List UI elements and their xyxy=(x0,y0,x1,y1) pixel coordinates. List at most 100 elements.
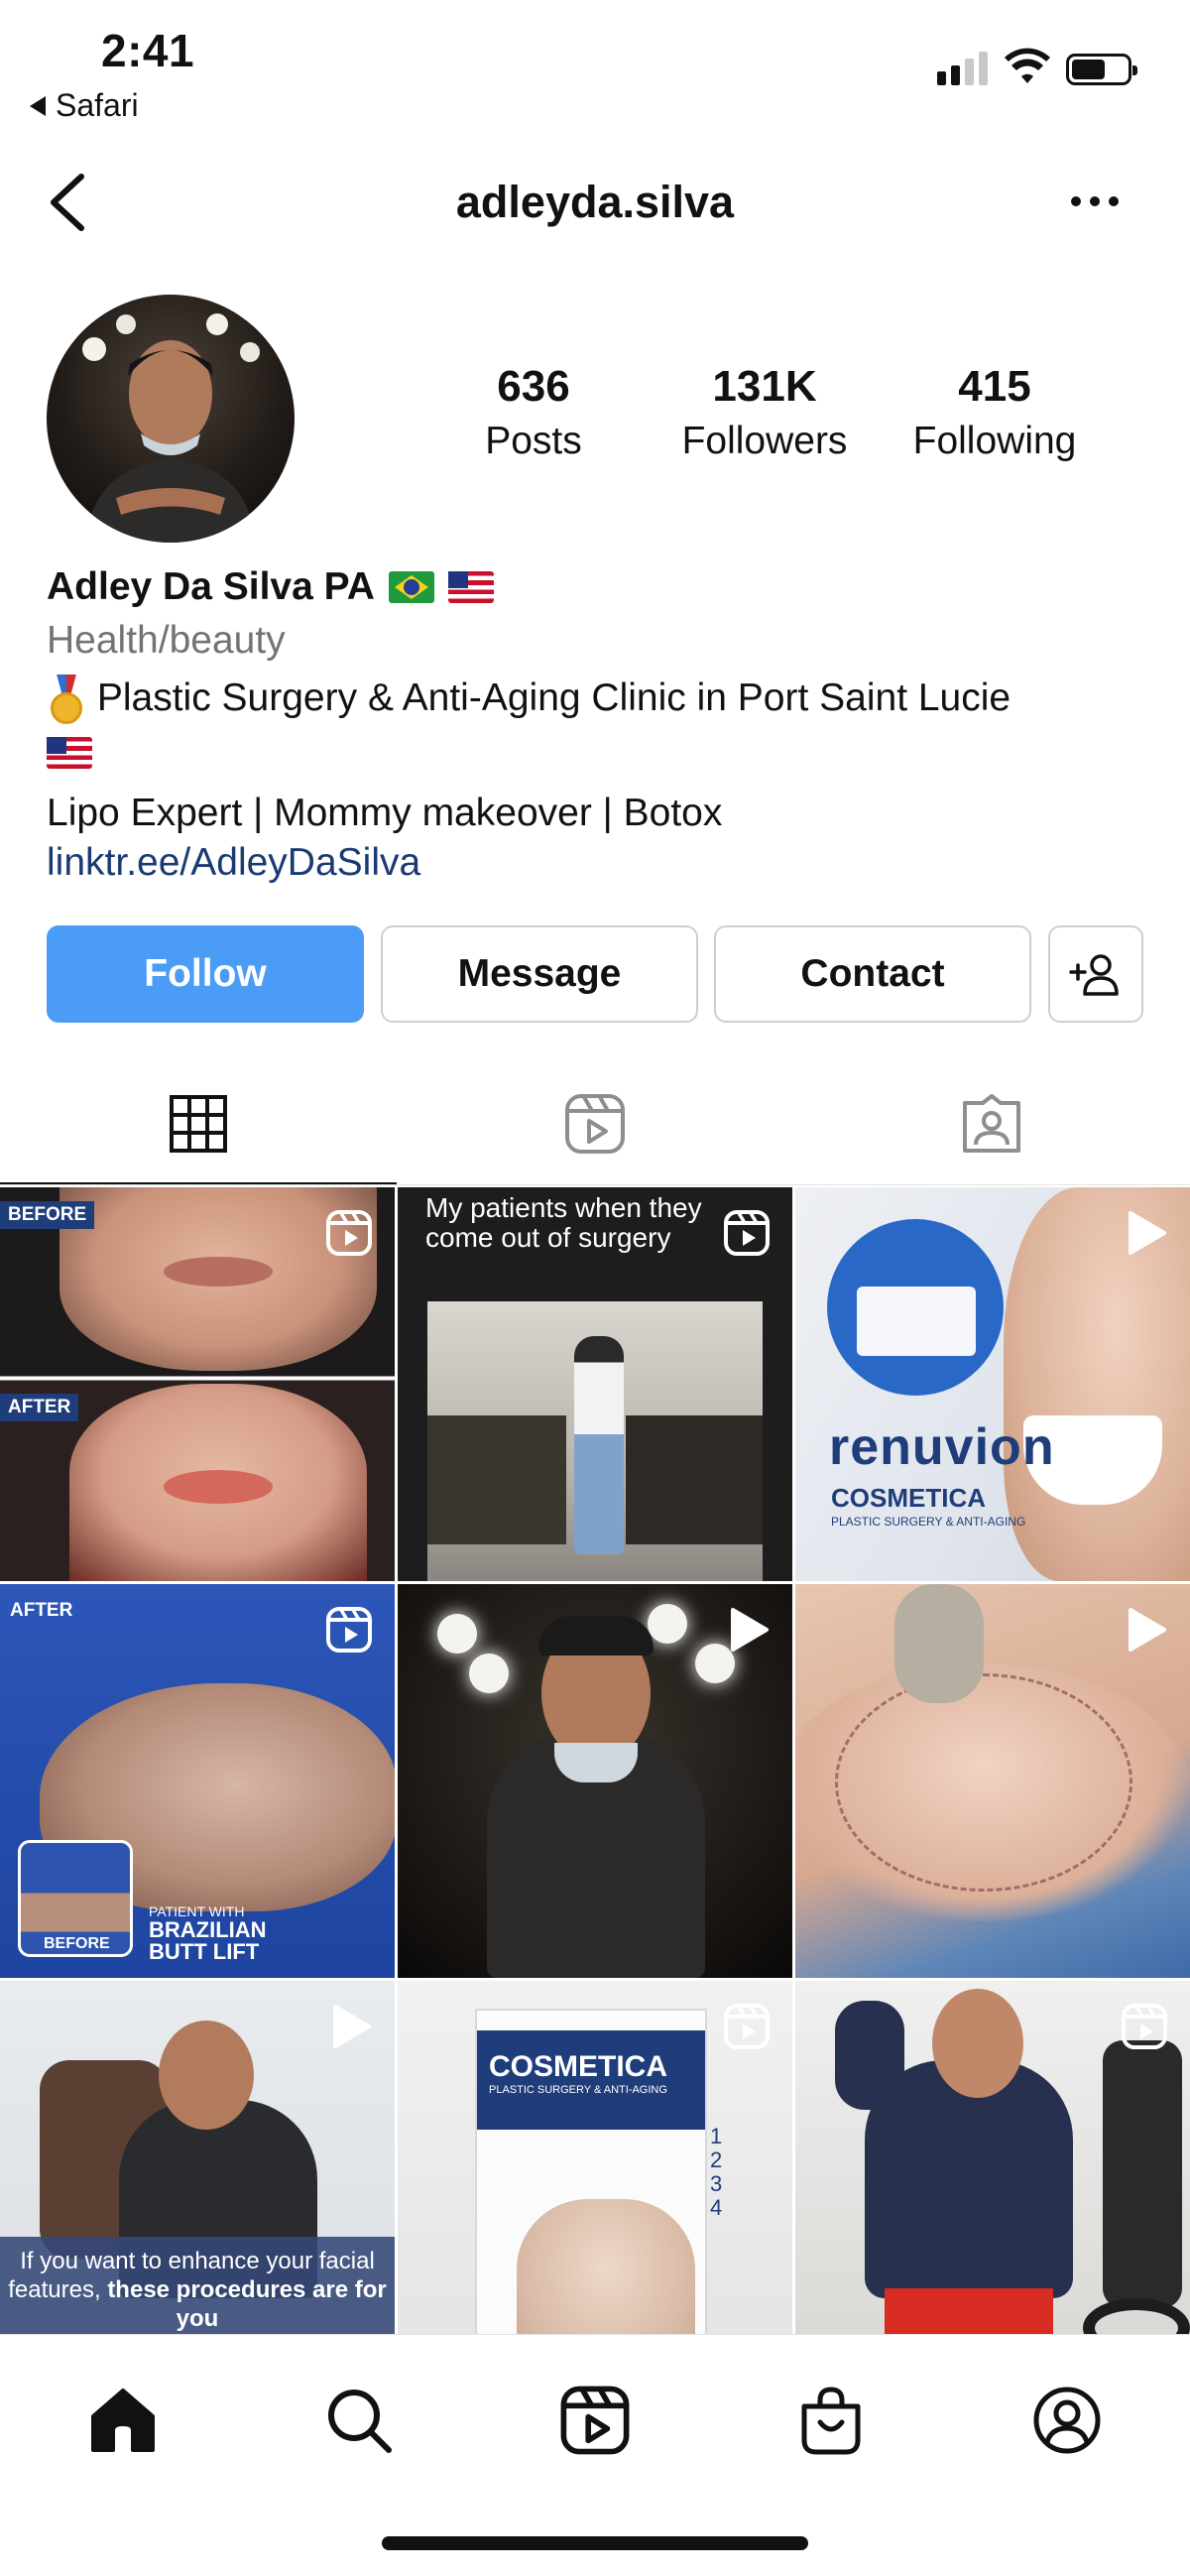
shop-icon xyxy=(801,2387,861,2455)
post-tile[interactable]: renuvion COSMETICA PLASTIC SURGERY & ANT… xyxy=(795,1187,1190,1581)
post-image-detail xyxy=(164,1257,273,1287)
post-step: 1 xyxy=(710,2124,723,2148)
tabs-divider xyxy=(0,1184,1190,1185)
post-image-detail xyxy=(554,1743,638,1782)
display-name-row: Adley Da Silva PA xyxy=(47,565,1157,609)
nav-home[interactable] xyxy=(73,2371,173,2470)
post-brand: renuvion xyxy=(829,1418,1055,1476)
post-brand-sub: PLASTIC SURGERY & ANTI-AGING xyxy=(489,2084,667,2096)
post-step: 2 xyxy=(710,2147,723,2172)
followers-label: Followers xyxy=(681,420,848,462)
bio-line-1: Plastic Surgery & Anti-Aging Clinic in P… xyxy=(47,673,1157,778)
post-tile[interactable]: BEFORE AFTER xyxy=(0,1187,395,1581)
post-brand-sub2: PLASTIC SURGERY & ANTI-AGING xyxy=(831,1515,1026,1529)
post-tile[interactable]: If you want to enhance your facial featu… xyxy=(0,1981,395,2334)
post-tile[interactable] xyxy=(795,1584,1190,1978)
following-label: Following xyxy=(912,420,1077,462)
contact-button[interactable]: Contact xyxy=(714,925,1031,1023)
post-image-detail xyxy=(626,1415,763,1544)
home-indicator xyxy=(382,2536,808,2550)
profile-username: adleyda.silva xyxy=(455,177,735,227)
message-button[interactable]: Message xyxy=(381,925,698,1023)
post-tile[interactable]: My patients when they come out of surger… xyxy=(398,1187,792,1581)
followers-count: 131K xyxy=(712,362,817,411)
battery-icon xyxy=(1066,54,1137,85)
video-play-icon xyxy=(1129,1608,1166,1652)
status-time: 2:41 xyxy=(101,25,195,76)
nav-search[interactable] xyxy=(309,2371,409,2470)
bio-link[interactable]: linktr.ee/AdleyDaSilva xyxy=(47,841,1157,885)
suggested-accounts-button[interactable] xyxy=(1048,925,1143,1023)
video-play-icon xyxy=(1129,1211,1166,1255)
post-tile[interactable]: COSMETICA PLASTIC SURGERY & ANTI-AGING 1… xyxy=(398,1981,792,2334)
post-brand-sub: COSMETICA xyxy=(831,1483,986,1513)
post-caption: My patients when they come out of surger… xyxy=(425,1192,702,1253)
post-tile[interactable] xyxy=(398,1584,792,1978)
tab-grid[interactable] xyxy=(0,1061,397,1185)
grid-icon xyxy=(170,1094,227,1153)
nav-shop[interactable] xyxy=(781,2371,881,2470)
home-icon xyxy=(91,2389,155,2452)
post-image-detail xyxy=(469,1654,509,1693)
post-tag: BEFORE xyxy=(44,1935,110,1952)
profile-avatar[interactable] xyxy=(47,295,295,543)
post-tag: BEFORE xyxy=(0,1201,95,1229)
post-image-detail xyxy=(648,1604,687,1644)
post-tag: AFTER xyxy=(0,1394,79,1421)
reel-badge-icon xyxy=(326,1607,372,1653)
back-to-app-link[interactable]: Safari xyxy=(30,87,139,124)
back-app-label: Safari xyxy=(56,87,139,123)
post-image-detail xyxy=(932,1989,1023,2098)
stat-posts[interactable]: 636 Posts xyxy=(415,362,653,463)
video-play-icon xyxy=(333,2005,371,2048)
back-triangle-icon xyxy=(30,95,46,116)
brazil-flag-icon xyxy=(388,571,434,603)
post-caption-bold: these procedures are for you xyxy=(107,2276,387,2332)
stat-followers[interactable]: 131K Followers xyxy=(646,362,884,463)
us-flag-icon xyxy=(47,737,92,770)
cellular-signal-icon xyxy=(937,52,988,85)
nav-profile[interactable] xyxy=(1017,2371,1117,2470)
tab-tagged[interactable] xyxy=(793,1061,1190,1185)
post-tile[interactable] xyxy=(795,1981,1190,2334)
post-image-detail xyxy=(1103,2040,1182,2308)
posts-grid: BEFORE AFTER My patients when they come … xyxy=(0,1187,1190,2334)
gold-medal-icon xyxy=(47,674,86,726)
post-image-detail xyxy=(835,1673,1132,1892)
post-image-detail xyxy=(517,2199,695,2334)
status-bar: 2:41 Safari xyxy=(0,0,1190,134)
reel-badge-icon xyxy=(326,1210,372,1256)
post-note: BRAZILIAN BUTT LIFT xyxy=(149,1917,267,1964)
post-image-detail xyxy=(574,1336,624,1554)
post-step: 3 xyxy=(710,2171,723,2196)
post-image-detail xyxy=(427,1415,566,1544)
video-play-icon xyxy=(731,1608,769,1652)
profile-icon xyxy=(1033,2387,1101,2454)
us-flag-icon xyxy=(447,571,494,603)
tagged-icon xyxy=(963,1093,1020,1153)
add-person-icon xyxy=(1069,954,1119,996)
wifi-icon xyxy=(1005,48,1050,83)
post-image-detail xyxy=(159,2021,254,2130)
reels-icon xyxy=(565,1093,625,1154)
more-options-icon[interactable] xyxy=(1071,196,1119,206)
tab-reels[interactable] xyxy=(397,1061,793,1185)
posts-label: Posts xyxy=(485,420,582,462)
post-image-detail xyxy=(538,1616,654,1656)
search-icon xyxy=(328,2390,392,2453)
post-tile[interactable]: AFTER BEFORE PATIENT WITH BRAZILIAN BUTT… xyxy=(0,1584,395,1978)
display-name: Adley Da Silva PA xyxy=(47,565,375,608)
follow-button[interactable]: Follow xyxy=(47,925,364,1023)
post-image-detail xyxy=(164,1470,273,1504)
nav-reels[interactable] xyxy=(545,2371,645,2470)
post-image-detail xyxy=(894,1584,984,1703)
stat-following[interactable]: 415 Following xyxy=(876,362,1114,463)
profile-header-bar: adleyda.silva xyxy=(0,149,1190,258)
bio-line-1-text: Plastic Surgery & Anti-Aging Clinic in P… xyxy=(96,676,1012,719)
post-image-detail xyxy=(885,2288,1053,2334)
post-caption: If you want to enhance your facial featu… xyxy=(0,2247,395,2333)
post-step: 4 xyxy=(710,2195,723,2220)
profile-tabs xyxy=(0,1061,1190,1185)
posts-count: 636 xyxy=(497,362,570,411)
reel-badge-icon xyxy=(1122,2004,1167,2049)
